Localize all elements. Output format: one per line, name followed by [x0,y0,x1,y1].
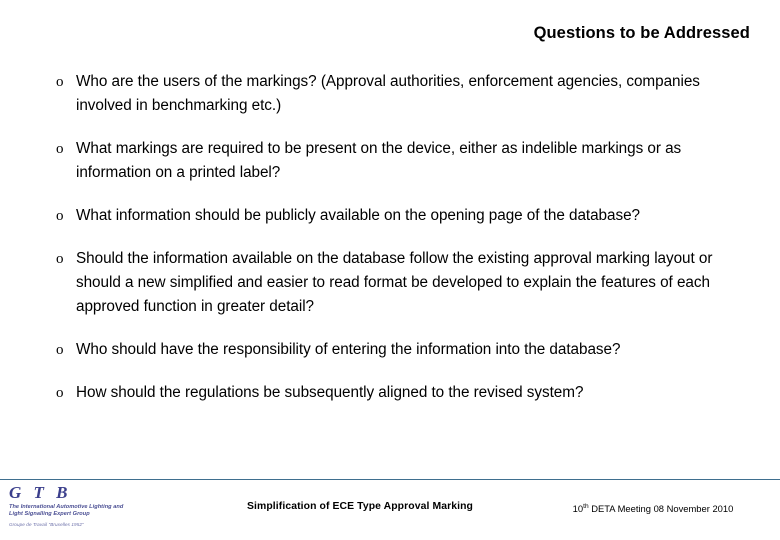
footer-divider [0,479,780,480]
gtb-logo-tagline: The International Automotive Lighting an… [9,504,124,518]
footer-meeting-text: DETA Meeting 08 November 2010 [588,503,734,514]
questions-list: o Who are the users of the markings? (Ap… [52,70,758,424]
footer-meeting-number: 10 [572,503,584,514]
bullet-circle-icon: o [56,342,64,358]
gtb-logo-subnote: Groupe de Travail "Bruxelles 1952" [9,521,84,527]
list-item: o What information should be publicly av… [52,204,758,228]
list-item: o Should the information available on th… [52,247,758,319]
bullet-circle-icon: o [56,251,64,267]
list-item-text: What information should be publicly avai… [76,207,640,224]
presentation-slide: Questions to be Addressed o Who are the … [0,0,780,540]
page-title: Questions to be Addressed [533,24,750,42]
bullet-circle-icon: o [56,74,64,90]
list-item: o What markings are required to be prese… [52,137,758,185]
list-item-text: Who should have the responsibility of en… [76,341,621,358]
list-item: o How should the regulations be subseque… [52,381,758,405]
gtb-logo: G T B The International Automotive Light… [9,484,209,528]
bullet-circle-icon: o [56,208,64,224]
gtb-logo-wordmark: G T B [9,483,72,502]
footer-meeting-info: 10th DETA Meeting 08 November 2010 [540,503,766,514]
footer-presentation-title: Simplification of ECE Type Approval Mark… [247,501,473,512]
bullet-circle-icon: o [56,385,64,401]
bullet-circle-icon: o [56,141,64,157]
list-item: o Who should have the responsibility of … [52,338,758,362]
list-item: o Who are the users of the markings? (Ap… [52,70,758,118]
list-item-text: How should the regulations be subsequent… [76,384,584,401]
list-item-text: What markings are required to be present… [76,140,682,181]
list-item-text: Should the information available on the … [76,250,713,315]
list-item-text: Who are the users of the markings? (Appr… [76,73,700,114]
